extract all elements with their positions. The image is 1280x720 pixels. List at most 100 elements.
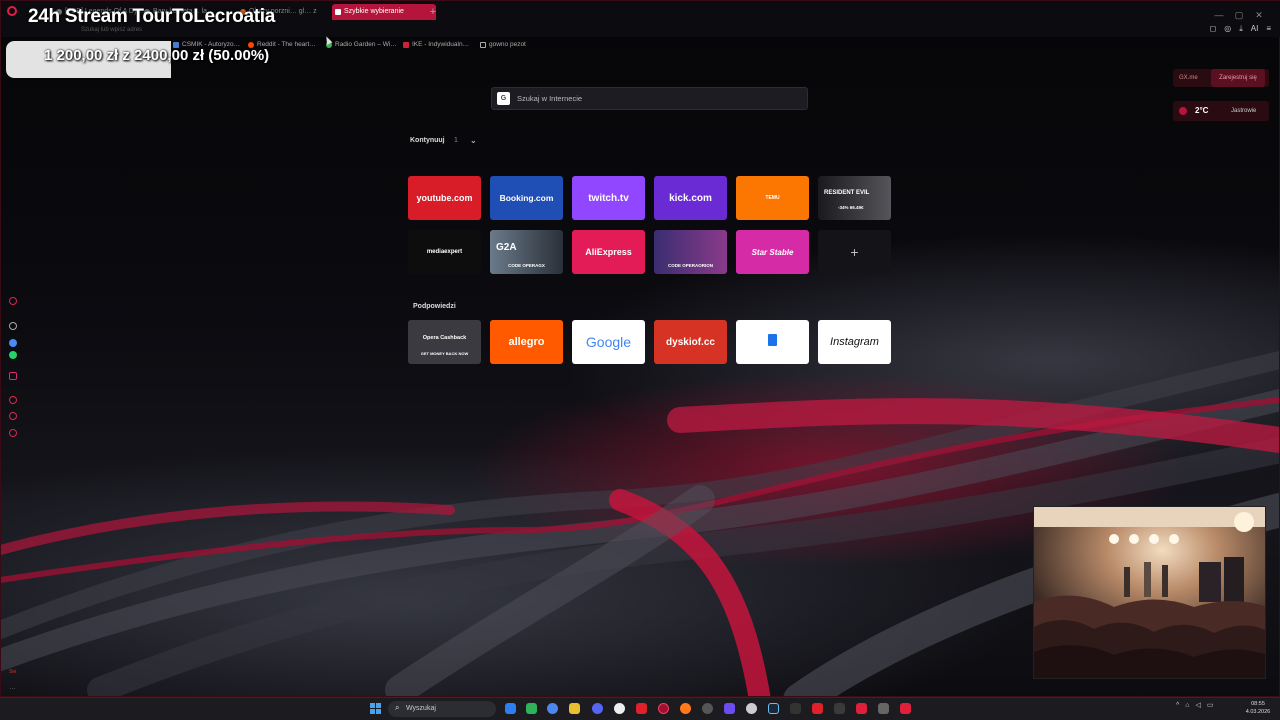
tile-label: Instagram — [830, 336, 879, 348]
tile-booking[interactable]: Booking.com — [490, 176, 563, 220]
webcam-overlay — [1033, 506, 1266, 679]
steam-icon[interactable] — [768, 703, 779, 714]
chevron-down-icon[interactable]: ⌄ — [470, 136, 477, 145]
tile-opera-cashback[interactable]: Opera Cashback GET MONEY BACK NOW — [408, 320, 481, 364]
continue-count: 1 — [454, 137, 458, 144]
tile-instagram[interactable]: Instagram — [818, 320, 891, 364]
widgets-icon[interactable] — [505, 703, 516, 714]
download-icon[interactable]: ⤓ — [1239, 24, 1243, 33]
file-explorer-icon[interactable] — [569, 703, 580, 714]
settings-icon[interactable] — [9, 322, 17, 330]
web-search-box[interactable]: G Szukaj w Internecie — [491, 87, 808, 110]
spreadsheet-app-icon[interactable] — [526, 703, 537, 714]
ai-button[interactable]: AI — [1251, 24, 1259, 33]
twitch-icon[interactable] — [9, 412, 17, 420]
app-icon-dark[interactable] — [834, 703, 845, 714]
chrome-icon[interactable] — [547, 703, 558, 714]
weather-widget[interactable]: 2°C Jastrowie — [1173, 101, 1269, 121]
discord-icon[interactable] — [592, 703, 603, 714]
menu-icon[interactable]: ≡ — [1266, 24, 1271, 33]
ike-icon — [403, 42, 409, 48]
minimize-icon[interactable]: — — [1213, 9, 1225, 21]
chevron-up-icon[interactable]: ^ — [1176, 702, 1179, 709]
clock-time: 08:55 — [1251, 701, 1265, 707]
bookmark-label: Radio Garden – Wi… — [335, 41, 397, 48]
tile-twitch[interactable]: twitch.tv — [572, 176, 645, 220]
whatsapp-icon[interactable] — [9, 351, 17, 359]
continue-section[interactable]: Kontynuuj 1 ⌄ — [410, 136, 477, 145]
snapshot-icon[interactable]: ◻ — [1210, 24, 1217, 33]
obs-icon[interactable] — [746, 703, 757, 714]
windows-start-icon[interactable] — [370, 703, 382, 715]
gx-link[interactable]: GX.me — [1179, 69, 1198, 87]
tile-google-docs[interactable]: docs — [736, 320, 809, 364]
battery-icon[interactable]: ▭ — [1207, 702, 1214, 709]
system-tray: ^ ⌂ ◁ ▭ — [1170, 701, 1214, 717]
bookmark-folder[interactable]: gowno pezot — [480, 40, 526, 50]
close-icon[interactable]: ✕ — [1253, 9, 1265, 21]
app-icon-grey[interactable] — [702, 703, 713, 714]
messenger-icon[interactable] — [9, 339, 17, 347]
tile-sub: GET MONEY BACK NOW — [420, 350, 469, 356]
taskbar-clock[interactable]: 08:55 4.03.2026 — [1240, 700, 1276, 716]
tile-kick[interactable]: kick.com — [654, 176, 727, 220]
tile-dyskiof[interactable]: dyskiof.cc — [654, 320, 727, 364]
video-app-icon[interactable] — [636, 703, 647, 714]
tile-allegro[interactable]: allegro — [490, 320, 563, 364]
tile-g2a[interactable]: G2A CODE OPERAGX — [490, 230, 563, 274]
firefox-icon[interactable] — [680, 703, 691, 714]
windows-taskbar: ⌕ Wyszukaj ^ ⌂ ◁ ▭ 08:55 4.03.2026 — [0, 697, 1280, 720]
tile-label: allegro — [508, 336, 545, 348]
bookmark-ike[interactable]: IKE - Indywidualn… — [403, 40, 469, 50]
app-icon-red-2[interactable] — [900, 703, 911, 714]
tile-mediaexpert[interactable]: mediaexpert — [408, 230, 481, 274]
player-icon[interactable] — [9, 396, 17, 404]
tile-label: kick.com — [669, 192, 712, 204]
tile-label: Star Stable — [751, 247, 794, 257]
tab-speed-dial[interactable]: Szybkie wybieranie — [332, 4, 436, 20]
app-icon-bolt[interactable] — [856, 703, 867, 714]
opera-gx-icon[interactable] — [658, 703, 669, 714]
register-button[interactable]: Zarejestruj się — [1211, 69, 1265, 87]
app-icon-minus[interactable] — [614, 703, 625, 714]
tile-google[interactable]: Google — [572, 320, 645, 364]
tile-label: mediaexpert — [426, 249, 463, 255]
epic-games-icon[interactable] — [790, 703, 801, 714]
clock-date: 4.03.2026 — [1245, 709, 1271, 715]
plus-icon: + — [850, 244, 859, 260]
tile-star-stable[interactable]: Star Stable — [736, 230, 809, 274]
maximize-icon[interactable]: ▢ — [1233, 9, 1245, 21]
network-icon[interactable]: ⌂ — [1185, 702, 1189, 709]
bookmark-radio-garden[interactable]: Radio Garden – Wi… — [326, 40, 397, 50]
suggestions-heading: Podpowiedzi — [413, 303, 456, 310]
taskbar-search[interactable]: ⌕ Wyszukaj — [388, 701, 496, 717]
app-icon-grid[interactable] — [724, 703, 735, 714]
opera-logo-icon[interactable] — [7, 6, 17, 16]
history-icon[interactable] — [9, 429, 17, 437]
tile-label: twitch.tv — [588, 192, 629, 204]
app-icon-red[interactable] — [812, 703, 823, 714]
tile-price: -34% 66.49€ — [838, 204, 864, 210]
speed-dial-icon — [335, 9, 341, 15]
more-icon[interactable]: … — [9, 684, 16, 691]
weather-temperature: 2°C — [1195, 106, 1209, 115]
instagram-icon[interactable] — [9, 372, 17, 380]
tile-resident-evil[interactable]: RESIDENT EVIL -34% 66.49€ — [818, 176, 891, 220]
weather-icon — [1179, 107, 1187, 115]
tile-aliexpress[interactable]: AliExpress — [572, 230, 645, 274]
tile-temu[interactable]: TEMU — [736, 176, 809, 220]
bookmark-label: IKE - Indywidualn… — [412, 41, 470, 48]
tile-label: AliExpress — [585, 247, 632, 257]
weather-city: Jastrowie — [1231, 108, 1257, 114]
app-icon-shield[interactable] — [878, 703, 889, 714]
stream-title: 24h Stream TourToLecroatia — [28, 6, 276, 27]
new-tab-button[interactable]: + — [427, 5, 439, 19]
gx-control-icon[interactable] — [9, 297, 17, 305]
tile-operaorion[interactable]: CODE OPERAORION — [654, 230, 727, 274]
tile-youtube[interactable]: youtube.com — [408, 176, 481, 220]
tile-label: CODE OPERAORION — [667, 262, 713, 268]
add-tile-button[interactable]: + — [818, 230, 891, 274]
tile-label: dyskiof.cc — [666, 336, 715, 348]
messenger-icon[interactable]: ◎ — [1224, 24, 1231, 33]
volume-icon[interactable]: ◁ — [1196, 702, 1201, 709]
